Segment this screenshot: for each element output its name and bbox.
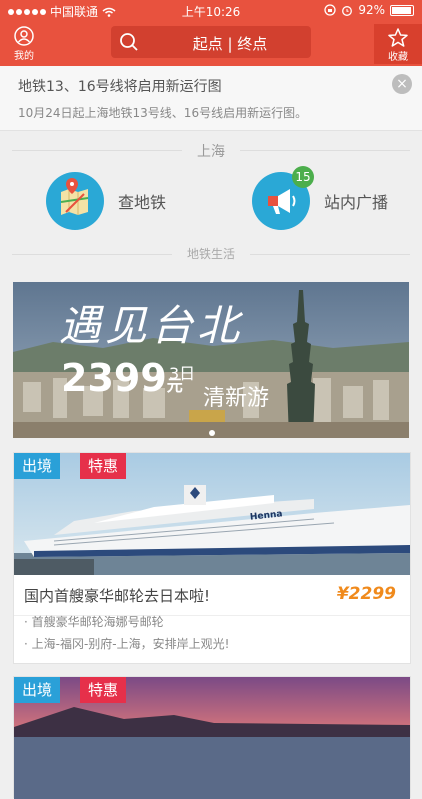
route-search-box[interactable]: 起点 | 终点 [111,26,311,58]
close-icon[interactable]: × [392,74,412,94]
banner-days: 3日 [169,364,196,383]
section-divider: 地铁生活 [12,244,410,264]
fav-label: 收藏 [388,52,408,63]
station-broadcast-entry[interactable]: 15 站内广播 [252,166,389,230]
battery-percent: 92% [358,3,385,17]
notice-title: 地铁13、16号线将启用新运行图 [18,79,222,95]
entry-label: 查地铁 [118,193,167,212]
tag-overseas: 出境 [14,677,61,703]
tag-special: 特惠 [80,453,127,479]
battery-icon [390,4,414,16]
deal-desc-line: · 上海-福冈-别府-上海，安排岸上观光! [24,637,230,651]
tag-overseas: 出境 [14,453,61,479]
banner-price: 2399元 [61,356,183,400]
city-divider: 上海 [12,140,410,160]
banner-price-value: 2399 [61,356,167,400]
status-bar: 中国联通 上午10:26 92% [0,0,422,22]
notice-banner[interactable]: 地铁13、16号线将启用新运行图 10月24日起上海地铁13号线、16号线启用新… [0,66,422,131]
promo-banner[interactable]: 遇见台北 2399元 3日 清新游 [13,282,409,438]
banner-tour: 清新游 [203,386,270,411]
mine-button[interactable]: 我的 [8,26,40,62]
sunset-island-image: 出境 特惠 [14,677,410,799]
section-title: 地铁生活 [186,247,235,261]
banner-title: 遇见台北 [59,301,244,350]
island-illustration [14,677,410,799]
mine-label: 我的 [14,51,34,62]
app-header: 中国联通 上午10:26 92% 我的 起点 | 终点 收藏 [0,0,422,66]
deal-price: ¥2299 [336,584,396,604]
megaphone-icon: 15 [252,166,314,230]
status-right: 92% [324,3,414,17]
deal-title: 国内首艘豪华邮轮去日本啦! [24,587,211,605]
deal-desc-line: · 首艘豪华邮轮海娜号邮轮 [24,615,164,629]
ship-illustration [14,453,410,575]
cruise-ship-image: Henna 出境 特惠 [14,453,410,575]
nav-row: 我的 起点 | 终点 收藏 [0,24,422,64]
search-icon [120,33,138,51]
metro-map-entry[interactable]: 查地铁 [46,172,166,230]
unread-badge: 15 [292,166,314,188]
city-name: 上海 [197,144,225,160]
entry-label: 站内广播 [324,193,389,212]
page-indicator [209,430,215,436]
star-icon [388,28,408,47]
metro-map-icon [46,172,104,230]
tag-special: 特惠 [80,677,127,703]
favorites-button[interactable]: 收藏 [374,24,422,64]
rotation-lock-icon [324,4,336,16]
deal-card[interactable]: Henna 出境 特惠 国内首艘豪华邮轮去日本啦! ¥2299 · 首艘豪华邮轮… [13,452,411,664]
notice-desc: 10月24日起上海地铁13号线、16号线启用新运行图。 [18,106,308,120]
user-icon [14,26,34,46]
alarm-icon [342,6,353,16]
search-placeholder: 起点 | 终点 [192,35,268,53]
deal-card[interactable]: 出境 特惠 [13,676,411,799]
